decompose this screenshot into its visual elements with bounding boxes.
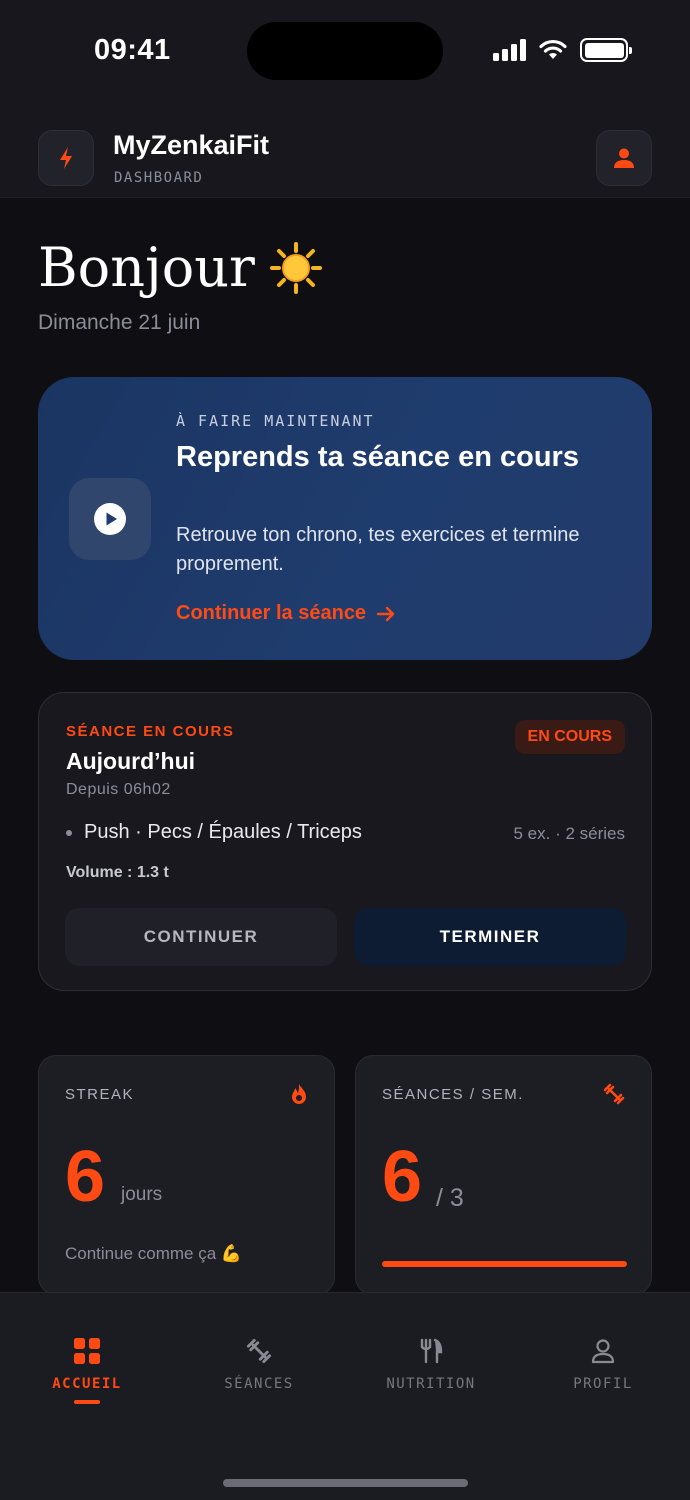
- user-icon: [591, 1339, 615, 1364]
- streak-unit: jours: [121, 1184, 163, 1205]
- tab-seances-label: SÉANCES: [224, 1376, 294, 1392]
- finish-button[interactable]: TERMINER: [354, 908, 626, 966]
- home-indicator[interactable]: [223, 1479, 468, 1487]
- hero-title: Reprends ta séance en cours: [176, 441, 579, 473]
- tab-profil[interactable]: PROFIL: [533, 1338, 673, 1392]
- status-bar: 09:41: [0, 0, 690, 100]
- app-header: MyZenkaiFit DASHBOARD: [0, 100, 690, 198]
- grid-icon: [74, 1338, 100, 1364]
- weekly-sessions-label: SÉANCES / SEM.: [382, 1086, 524, 1103]
- signal-icon: [493, 39, 526, 61]
- active-tab-indicator: [74, 1400, 100, 1404]
- arrow-right-icon: [376, 606, 395, 621]
- continue-session-link[interactable]: Continuer la séance: [176, 602, 396, 625]
- tab-nutrition-label: NUTRITION: [386, 1376, 476, 1392]
- tab-seances[interactable]: SÉANCES: [189, 1338, 329, 1392]
- play-icon: [94, 503, 126, 535]
- status-time: 09:41: [94, 34, 171, 66]
- play-button[interactable]: [69, 478, 151, 560]
- wifi-icon: [539, 39, 567, 59]
- tab-accueil-label: ACCUEIL: [52, 1376, 122, 1392]
- fork-knife-icon: [420, 1338, 443, 1364]
- app-title: MyZenkaiFit: [113, 130, 270, 160]
- greeting: Bonjour: [38, 236, 323, 299]
- current-session-card: SÉANCE EN COURS Aujourd’hui Depuis 06h02…: [38, 692, 652, 991]
- streak-card[interactable]: STREAK 6 jours Continue comme ça 💪: [38, 1055, 335, 1295]
- workout-name: Push · Pecs / Épaules / Triceps: [84, 821, 362, 843]
- session-since: Depuis 06h02: [66, 781, 171, 798]
- lightning-icon: [60, 147, 72, 169]
- weekly-progress-bar: [382, 1261, 627, 1267]
- streak-note: Continue comme ça 💪: [65, 1244, 243, 1263]
- user-icon: [614, 148, 634, 168]
- dumbbell-icon: [246, 1338, 272, 1364]
- bullet-icon: [66, 829, 72, 836]
- continue-session-label: Continuer la séance: [176, 602, 367, 624]
- session-title: Aujourd’hui: [66, 748, 196, 774]
- profile-button[interactable]: [596, 130, 652, 186]
- continue-button[interactable]: CONTINUER: [65, 908, 337, 966]
- flame-icon: [292, 1084, 306, 1104]
- tab-accueil[interactable]: ACCUEIL: [17, 1338, 157, 1404]
- weekly-sessions-value: 6: [382, 1137, 423, 1217]
- hero-description: Retrouve ton chrono, tes exercices et te…: [176, 524, 580, 575]
- streak-label: STREAK: [65, 1086, 135, 1103]
- workout-item: Push · Pecs / Épaules / Triceps: [66, 821, 362, 844]
- tab-nutrition[interactable]: NUTRITION: [361, 1338, 501, 1392]
- dynamic-island: [247, 22, 443, 80]
- session-volume: Volume : 1.3 t: [66, 864, 169, 881]
- tab-bar: ACCUEIL SÉANCES NUTRITION PROFIL: [0, 1292, 690, 1500]
- sun-icon: [269, 241, 322, 294]
- tab-profil-label: PROFIL: [573, 1376, 633, 1392]
- weekly-sessions-card[interactable]: SÉANCES / SEM. 6 / 3: [355, 1055, 652, 1295]
- streak-value: 6: [65, 1137, 106, 1217]
- system-icons: [493, 38, 632, 62]
- status-badge: EN COURS: [514, 720, 625, 754]
- session-kicker: SÉANCE EN COURS: [66, 723, 235, 740]
- resume-session-card[interactable]: À FAIRE MAINTENANT Reprends ta séance en…: [38, 377, 652, 660]
- app-logo[interactable]: [38, 130, 94, 186]
- workout-meta: 5 ex. · 2 séries: [513, 824, 626, 843]
- current-date: Dimanche 21 juin: [38, 311, 201, 334]
- greeting-title: Bonjour: [38, 236, 255, 299]
- battery-icon: [580, 38, 632, 62]
- weekly-sessions-target: / 3: [436, 1184, 464, 1212]
- dumbbell-icon: [603, 1083, 625, 1105]
- hero-kicker: À FAIRE MAINTENANT: [176, 412, 375, 430]
- app-subtitle: DASHBOARD: [114, 170, 204, 186]
